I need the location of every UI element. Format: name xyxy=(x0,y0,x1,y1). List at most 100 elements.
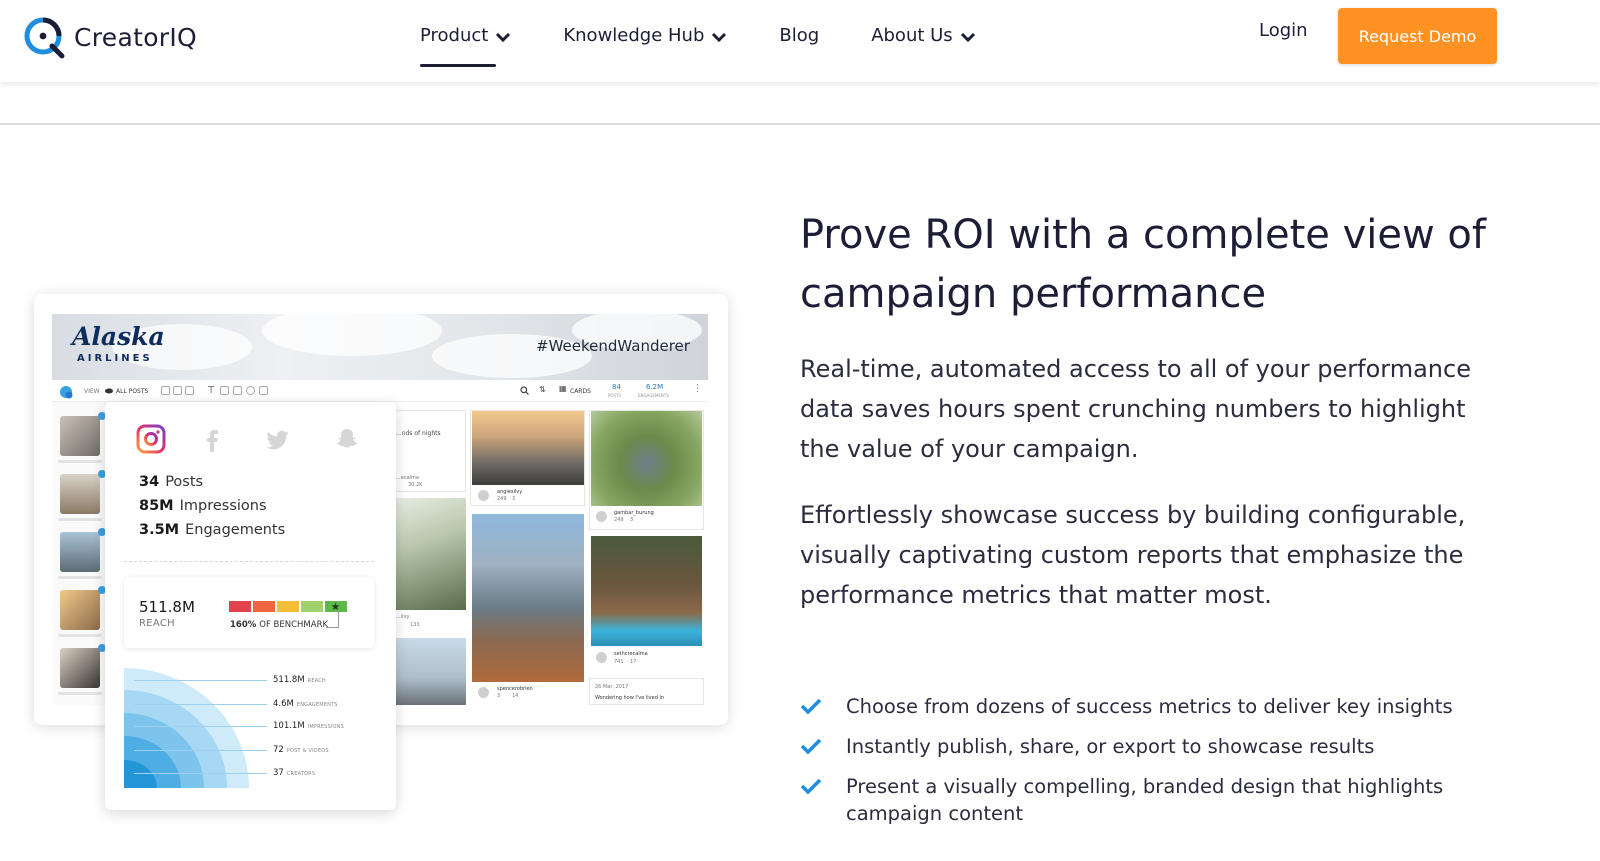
campaign-hashtag: #WeekendWanderer xyxy=(536,337,690,355)
post-handle: sethcrecalma xyxy=(614,651,648,657)
feature-list: Choose from dozens of success metrics to… xyxy=(800,693,1540,840)
feature-text: Instantly publish, share, or export to s… xyxy=(846,735,1375,758)
twitter-icon[interactable] xyxy=(267,426,291,452)
alaska-logo-subtext: AIRLINES xyxy=(77,353,153,364)
chevron-down-icon xyxy=(496,32,511,42)
twitter-filter-icon[interactable] xyxy=(173,386,182,395)
post-count: 30.2K xyxy=(408,482,423,488)
section-paragraph-1: Real-time, automated access to all of yo… xyxy=(800,355,1471,463)
nav-item-knowledge-hub[interactable]: Knowledge Hub xyxy=(563,0,727,70)
report-toolbar: VIEW ALL POSTS T ⇅ ▦ CARDS 84 POSTS 6.2M… xyxy=(52,380,708,402)
fan-metric-engagements: 4.6M ENGAGEMENTS xyxy=(273,699,338,709)
toolbar-filter-label[interactable]: ALL POSTS xyxy=(116,388,148,395)
creator-caption xyxy=(58,460,102,463)
feature-text: Choose from dozens of success metrics to… xyxy=(846,695,1453,718)
nav-label: About Us xyxy=(871,24,953,46)
feature-item: Instantly publish, share, or export to s… xyxy=(800,733,1540,760)
toolbar-view-label: VIEW xyxy=(84,388,100,395)
post-likes: 741 xyxy=(614,659,624,665)
fan-leader-line xyxy=(134,726,267,727)
nav-label: Knowledge Hub xyxy=(563,24,705,46)
reach-label: REACH xyxy=(139,618,175,629)
benchmark-segment xyxy=(301,601,323,612)
fan-metric-value: 37 xyxy=(273,768,284,778)
post-handle: gambar_burung xyxy=(614,510,654,516)
creator-caption xyxy=(58,692,102,695)
creatoriq-logo[interactable]: CreatorIQ xyxy=(22,14,197,60)
checkmark-icon xyxy=(800,778,822,795)
post-caption: ...nds of nights xyxy=(396,430,441,437)
checkmark-icon xyxy=(800,738,822,755)
facebook-icon[interactable] xyxy=(200,426,224,452)
stat-value: 85M xyxy=(139,498,174,514)
site-header: CreatorIQ Product Knowledge Hub Blog Abo… xyxy=(0,0,1600,82)
fan-metric-value: 101.1M xyxy=(273,721,305,731)
creator-thumbnail[interactable] xyxy=(60,532,100,572)
stat-value: 3.5M xyxy=(139,522,180,538)
reach-value: 511.8M xyxy=(139,598,195,616)
post-comments: 17 xyxy=(630,659,637,665)
request-demo-button[interactable]: Request Demo xyxy=(1338,8,1497,64)
instagram-icon[interactable] xyxy=(136,424,166,454)
chevron-down-icon xyxy=(712,32,727,42)
facebook-filter-icon[interactable] xyxy=(161,386,170,395)
creator-thumbnail[interactable] xyxy=(60,590,100,630)
creator-thumbnail[interactable] xyxy=(60,648,100,688)
nav-label: Blog xyxy=(779,24,820,46)
nav-item-about-us[interactable]: About Us xyxy=(871,0,976,70)
search-icon[interactable] xyxy=(520,386,529,395)
reach-fan-chart xyxy=(124,668,249,788)
post-photo[interactable] xyxy=(591,411,702,506)
post-photo[interactable] xyxy=(392,498,466,610)
stat-posts: 34 Posts xyxy=(139,474,203,490)
instagram-filter-icon[interactable] xyxy=(185,386,194,395)
fan-leader-line xyxy=(134,773,267,774)
post-comments: 3 xyxy=(512,496,516,502)
stat-engagements: 3.5M Engagements xyxy=(139,522,285,538)
logo-wordmark: CreatorIQ xyxy=(74,22,198,52)
align-tool-icon[interactable] xyxy=(233,386,242,395)
settings-tool-icon[interactable] xyxy=(246,386,255,395)
fan-metric-label: POST & VIDEOS xyxy=(286,748,329,754)
nav-item-product[interactable]: Product xyxy=(420,0,511,70)
image-tool-icon[interactable] xyxy=(259,386,268,395)
post-photo[interactable] xyxy=(392,638,466,705)
posts-count: 84 xyxy=(612,383,621,391)
fan-metric-value: 4.6M xyxy=(273,699,294,709)
post-photo[interactable] xyxy=(472,514,584,682)
creator-sidebar xyxy=(52,402,106,705)
globe-icon xyxy=(60,386,73,399)
fan-leader-line xyxy=(134,750,267,751)
toolbar-layout-label[interactable]: CARDS xyxy=(570,388,591,395)
creatoriq-logo-icon xyxy=(24,17,65,59)
stat-label: Engagements xyxy=(185,522,286,538)
layout-tool-icon[interactable] xyxy=(220,386,229,395)
creator-caption xyxy=(58,576,102,579)
creator-avatar xyxy=(596,652,607,663)
benchmark-segment xyxy=(253,601,275,612)
post-photo[interactable] xyxy=(472,411,584,485)
creator-caption xyxy=(58,518,102,521)
creator-avatar xyxy=(478,687,489,698)
fan-metric-creators: 37 CREATORS xyxy=(273,768,315,778)
login-link[interactable]: Login xyxy=(1259,20,1308,41)
creator-thumbnail[interactable] xyxy=(60,416,100,456)
sort-icon[interactable]: ⇅ xyxy=(539,385,546,394)
fan-metric-label: CREATORS xyxy=(286,771,316,777)
benchmark-value: 160% xyxy=(230,620,257,630)
nav-item-blog[interactable]: Blog xyxy=(779,0,819,70)
post-photo[interactable] xyxy=(591,536,702,646)
snapchat-icon[interactable] xyxy=(335,426,359,452)
cards-grid-icon: ▦ xyxy=(559,384,567,393)
creator-thumbnail[interactable] xyxy=(60,474,100,514)
post-likes: 3 xyxy=(497,693,501,699)
fan-leader-line xyxy=(134,680,267,681)
engagements-count: 6.2M xyxy=(646,383,664,391)
more-options-icon[interactable]: ⋮ xyxy=(693,384,702,394)
text-tool-icon[interactable]: T xyxy=(208,385,214,396)
engagements-count-label: ENGAGEMENTS xyxy=(638,393,669,398)
section-divider xyxy=(0,123,1600,125)
benchmark-text: OF BENCHMARK xyxy=(259,620,329,630)
stat-label: Posts xyxy=(165,474,204,490)
fan-metric-value: 511.8M xyxy=(273,675,305,685)
